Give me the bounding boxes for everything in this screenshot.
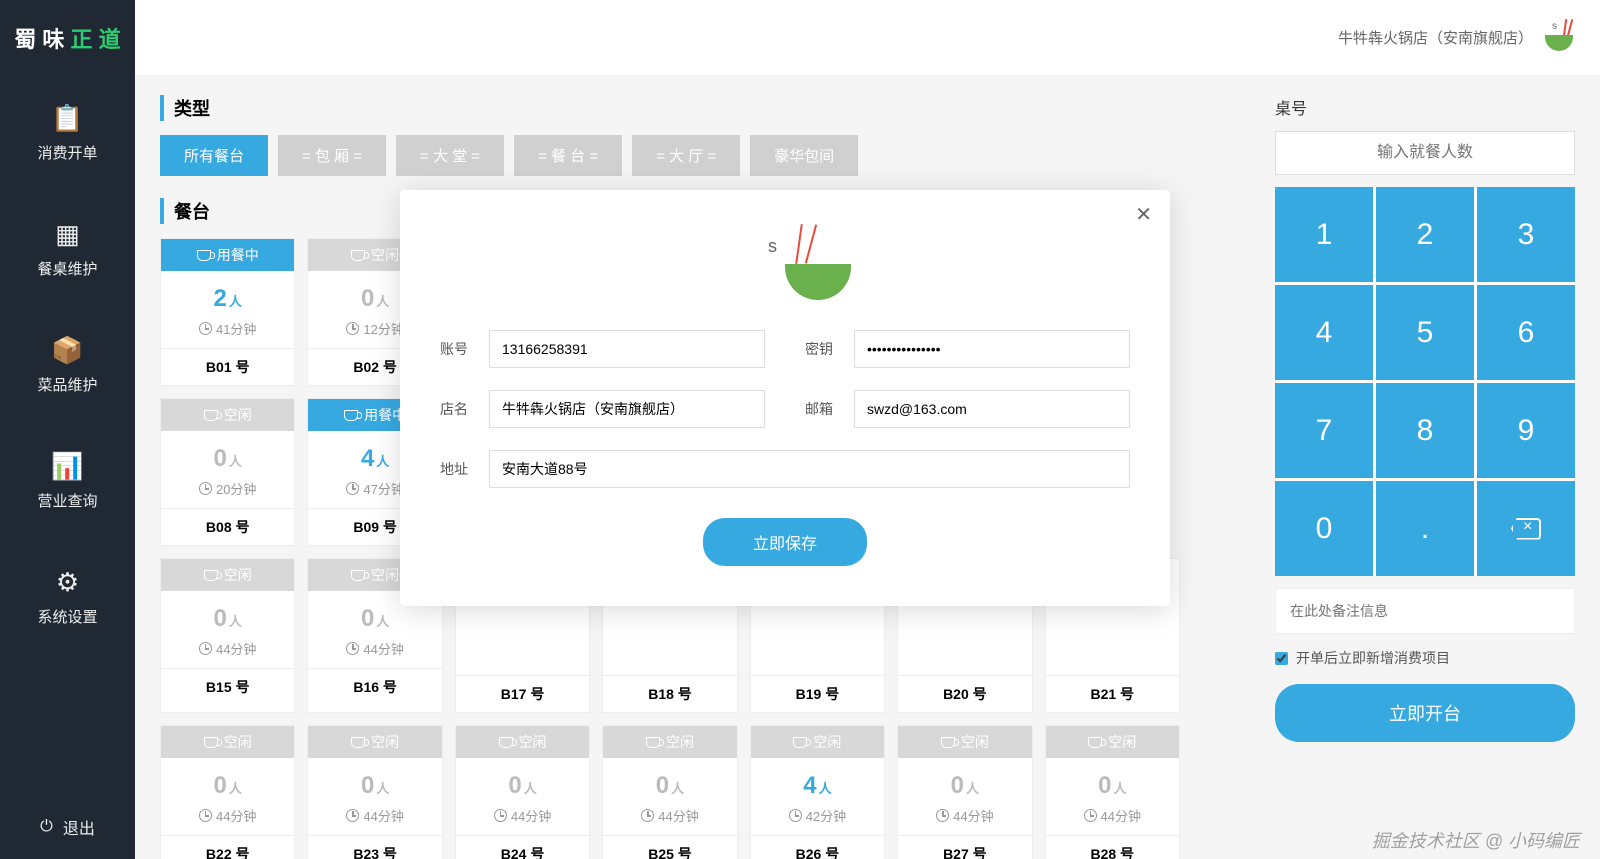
- account-input[interactable]: [489, 330, 765, 368]
- address-input[interactable]: [489, 450, 1130, 488]
- secret-label: 密钥: [805, 339, 840, 359]
- watermark: 掘金技术社区 @ 小码编匠: [1372, 827, 1580, 853]
- settings-modal: ✕ s 账号 密钥 店名 邮箱 地址 立即保存: [400, 190, 1170, 606]
- bowl-icon: s: [750, 240, 820, 300]
- email-input[interactable]: [854, 390, 1130, 428]
- secret-input[interactable]: [854, 330, 1130, 368]
- close-icon[interactable]: ✕: [1135, 202, 1152, 227]
- modal-logo: s: [440, 240, 1130, 300]
- store-label: 店名: [440, 399, 475, 419]
- email-label: 邮箱: [805, 399, 840, 419]
- account-label: 账号: [440, 339, 475, 359]
- save-button[interactable]: 立即保存: [703, 518, 867, 566]
- address-label: 地址: [440, 459, 475, 479]
- store-input[interactable]: [489, 390, 765, 428]
